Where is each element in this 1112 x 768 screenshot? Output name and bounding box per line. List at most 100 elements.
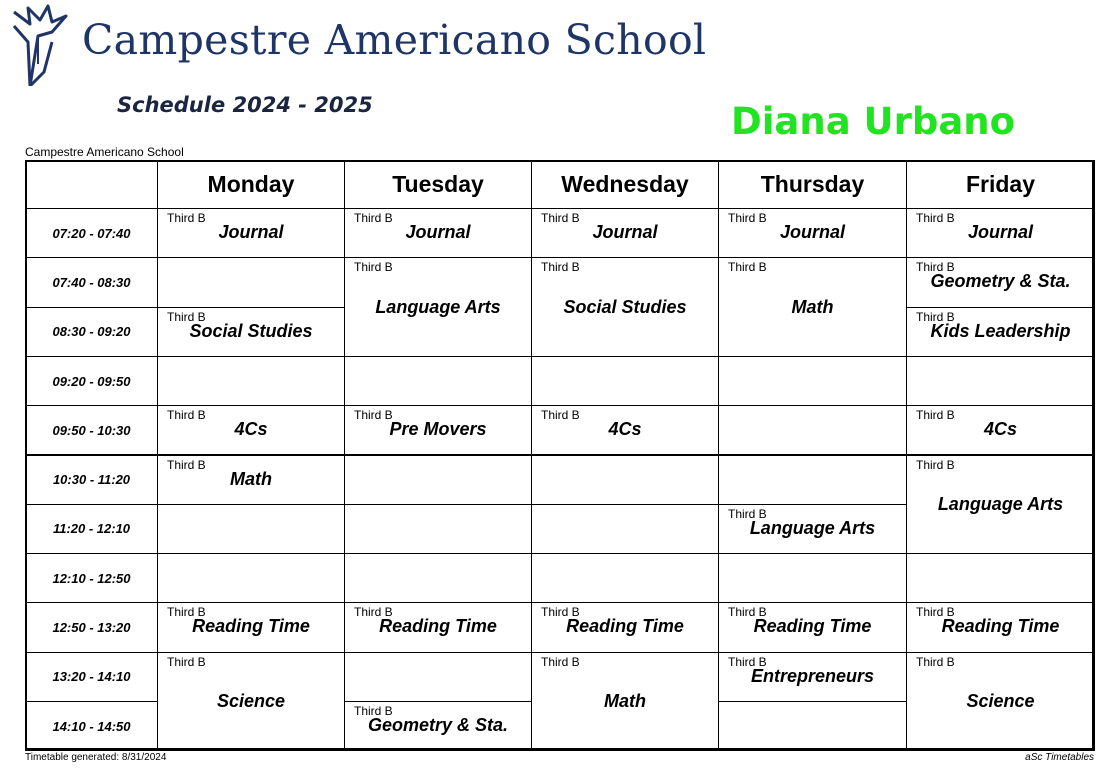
lesson-cell: Third B Journal (157, 208, 345, 259)
lesson-cell: Third B Language Arts (906, 454, 1095, 555)
period-time-label: 13:20 - 14:10 (52, 669, 131, 685)
lesson-subject: Science (216, 691, 286, 712)
period-time-label: 09:20 - 09:50 (52, 373, 131, 389)
day-header: Tuesday (344, 160, 532, 209)
period-time-label: 12:50 - 13:20 (52, 620, 131, 636)
empty-slot (906, 553, 1095, 604)
lesson-class: Third B (541, 654, 580, 669)
asc-timetables-credit: aSc Timetables (1025, 752, 1094, 763)
lesson-cell: Third B Entrepreneurs (718, 651, 907, 702)
lesson-cell: Third B Geometry & Sta. (906, 257, 1095, 308)
empty-slot (157, 257, 345, 308)
lesson-class: Third B (354, 260, 393, 275)
empty-slot (344, 454, 532, 505)
lesson-cell: Third B Reading Time (718, 602, 907, 653)
lesson-subject: Social Studies (563, 297, 687, 318)
empty-slot (718, 454, 907, 505)
lesson-cell: Third B 4Cs (157, 405, 345, 456)
day-header: Wednesday (531, 160, 719, 209)
day-header: Thursday (718, 160, 907, 209)
lesson-class: Third B (916, 457, 955, 472)
lesson-subject: Reading Time (379, 616, 497, 637)
lesson-cell: Third B Kids Leadership (906, 306, 1095, 357)
empty-slot (718, 355, 907, 407)
empty-slot (157, 355, 345, 407)
empty-slot (344, 355, 532, 407)
empty-slot (344, 651, 532, 702)
day-label: Tuesday (392, 171, 484, 197)
lesson-subject: Journal (218, 222, 284, 242)
lesson-cell: Third B Language Arts (344, 257, 532, 357)
empty-slot (906, 355, 1095, 407)
period-time: 09:20 - 09:50 (25, 355, 158, 407)
period-time: 07:40 - 08:30 (25, 257, 158, 308)
lesson-subject: Pre Movers (389, 419, 487, 440)
day-label: Monday (207, 171, 295, 197)
lesson-cell: Third B Science (906, 651, 1095, 752)
period-time-label: 08:30 - 09:20 (52, 324, 131, 340)
teacher-name: Diana Urbano (731, 100, 1016, 143)
school-name-caption: Campestre Americano School (25, 145, 184, 159)
period-time-label: 10:30 - 11:20 (52, 472, 131, 488)
lesson-cell: Third B Reading Time (344, 602, 532, 653)
empty-slot (718, 553, 907, 604)
lesson-subject: Geometry & Sta. (367, 715, 509, 735)
lesson-subject: Kids Leadership (930, 320, 1071, 341)
lesson-class: Third B (916, 654, 955, 669)
lesson-cell: Third B Reading Time (531, 602, 719, 653)
period-time-label: 07:20 - 07:40 (52, 225, 131, 241)
lesson-subject: Reading Time (566, 616, 684, 637)
lesson-cell: Third B Journal (531, 208, 719, 259)
period-time: 12:10 - 12:50 (25, 553, 158, 604)
empty-slot (531, 503, 719, 555)
empty-slot (157, 503, 345, 555)
lesson-cell: Third B Language Arts (718, 503, 907, 555)
lesson-cell: Third B Journal (718, 208, 907, 259)
empty-slot (531, 355, 719, 407)
lesson-cell: Third B 4Cs (906, 405, 1095, 456)
lesson-cell: Third B Math (718, 257, 907, 357)
period-time: 09:50 - 10:30 (25, 405, 158, 456)
lesson-subject: Reading Time (192, 616, 310, 637)
lesson-subject: Journal (967, 222, 1033, 242)
lesson-cell: Third B Social Studies (531, 257, 719, 357)
corner-cell (25, 160, 158, 209)
lesson-cell: Third B Math (531, 651, 719, 752)
lesson-subject: Science (966, 691, 1035, 712)
day-label: Thursday (760, 171, 865, 197)
day-header: Friday (906, 160, 1095, 209)
lesson-cell: Third B Reading Time (906, 602, 1095, 653)
lesson-subject: Reading Time (941, 616, 1060, 637)
lesson-cell: Third B Reading Time (157, 602, 345, 653)
period-time: 11:20 - 12:10 (25, 503, 158, 555)
period-time-label: 14:10 - 14:50 (52, 718, 131, 734)
timetable-grid: Monday Tuesday Wednesday Thursday Friday 07:2… (25, 160, 1095, 752)
period-time: 10:30 - 11:20 (25, 454, 158, 505)
timetable-generated-date: Timetable generated: 8/31/2024 (25, 752, 167, 763)
lesson-subject: Language Arts (749, 517, 876, 538)
lesson-subject: Journal (592, 222, 658, 242)
period-time-label: 09:50 - 10:30 (52, 422, 131, 438)
lesson-subject: 4Cs (234, 419, 268, 440)
lesson-cell: Third B 4Cs (531, 405, 719, 456)
empty-slot (718, 405, 907, 456)
schedule-title: Schedule 2024 - 2025 (117, 93, 373, 117)
empty-slot (157, 553, 345, 604)
lesson-subject: Math (604, 691, 646, 712)
lesson-subject: Math (230, 468, 272, 489)
lesson-cell: Third B Geometry & Sta. (344, 701, 532, 752)
empty-slot (531, 454, 719, 505)
lesson-subject: Entrepreneurs (750, 665, 875, 686)
empty-slot (344, 553, 532, 604)
lesson-cell: Third B Social Studies (157, 306, 345, 357)
lesson-cell: Third B Pre Movers (344, 405, 532, 456)
lesson-class: Third B (167, 654, 206, 669)
lesson-subject: Language Arts (937, 494, 1064, 515)
lesson-subject: 4Cs (608, 419, 642, 440)
period-time: 08:30 - 09:20 (25, 306, 158, 357)
lesson-subject: Journal (779, 222, 845, 242)
lesson-subject: Math (791, 297, 834, 318)
period-time-label: 11:20 - 12:10 (52, 521, 131, 537)
lesson-class: Third B (541, 260, 580, 275)
day-header: Monday (157, 160, 345, 209)
